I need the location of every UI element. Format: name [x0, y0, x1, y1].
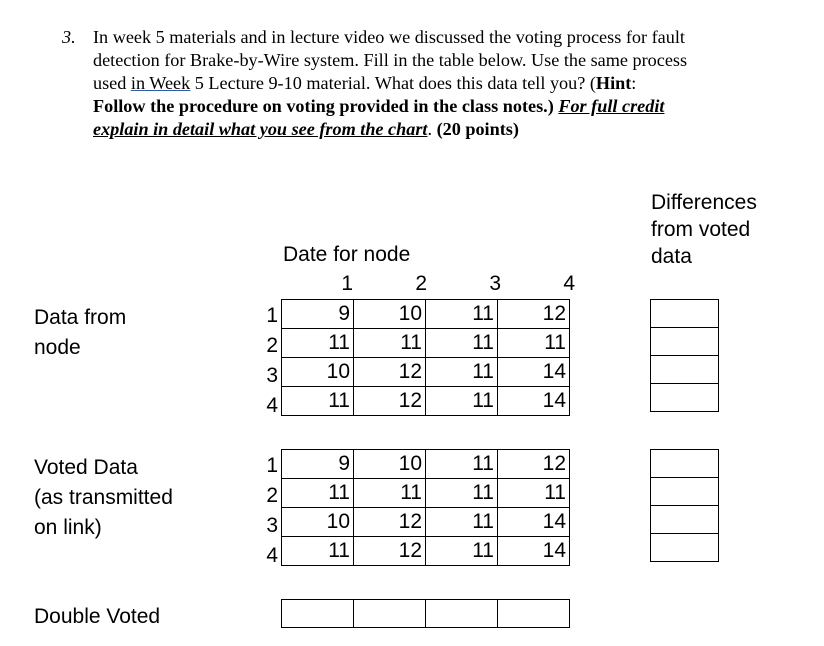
cell[interactable]	[281, 599, 354, 628]
cell[interactable]: 10	[353, 299, 426, 329]
cell[interactable]: 11	[281, 536, 354, 566]
double-voted-label: Double Voted	[34, 605, 161, 628]
difference-cell[interactable]	[650, 505, 719, 534]
table-row: 9 10 11 12	[281, 449, 570, 479]
difference-cell[interactable]	[650, 533, 719, 562]
table-row	[650, 505, 719, 534]
cell[interactable]: 12	[353, 507, 426, 537]
row-header-4: 4	[266, 394, 278, 417]
cell[interactable]: 14	[497, 357, 570, 387]
table-row	[650, 355, 719, 384]
table-row	[650, 449, 719, 478]
cell[interactable]: 11	[425, 328, 498, 358]
row-header-1: 1	[266, 304, 278, 327]
row-header-3: 3	[266, 514, 278, 537]
difference-cell[interactable]	[650, 383, 719, 412]
cell[interactable]: 11	[425, 478, 498, 508]
question-line-3: used in Week 5 Lecture 9-10 material. Wh…	[93, 73, 637, 93]
cell[interactable]: 12	[497, 299, 570, 329]
table-row	[650, 383, 719, 412]
question-line-1: In week 5 materials and in lecture video…	[93, 27, 685, 47]
table-row	[650, 533, 719, 562]
row-header-3: 3	[266, 364, 278, 387]
difference-cell[interactable]	[650, 355, 719, 384]
cell[interactable]: 11	[425, 449, 498, 479]
cell[interactable]: 11	[281, 478, 354, 508]
question-line-5: explain in detail what you see from the …	[93, 119, 519, 139]
week-link[interactable]: in Week	[131, 73, 190, 93]
row-header-2: 2	[266, 334, 278, 357]
table-row: 11 11 11 11	[281, 328, 570, 358]
cell[interactable]: 9	[281, 299, 354, 329]
table-row	[650, 299, 719, 328]
cell[interactable]: 10	[281, 357, 354, 387]
difference-cell[interactable]	[650, 477, 719, 506]
difference-cell[interactable]	[650, 327, 719, 356]
cell[interactable]	[425, 599, 498, 628]
double-voted-table	[281, 599, 570, 628]
cell[interactable]: 11	[281, 328, 354, 358]
cell[interactable]: 11	[497, 328, 570, 358]
differences-node-table	[650, 299, 719, 412]
cell[interactable]: 10	[353, 449, 426, 479]
table-row	[650, 477, 719, 506]
cell[interactable]: 14	[497, 536, 570, 566]
table-row: 11 11 11 11	[281, 478, 570, 508]
data-from-node-table: 9 10 11 12 11 11 11 11 10 12 11 14 11 12 11 14	[281, 299, 570, 416]
table-row	[281, 599, 570, 628]
table-row: 10 12 11 14	[281, 357, 570, 387]
cell[interactable]: 12	[353, 536, 426, 566]
cell[interactable]: 10	[281, 507, 354, 537]
column-header-3: 3	[489, 272, 501, 295]
cell[interactable]: 9	[281, 449, 354, 479]
cell[interactable]: 11	[353, 478, 426, 508]
cell[interactable]: 12	[353, 357, 426, 387]
cell[interactable]: 11	[497, 478, 570, 508]
cell[interactable]	[353, 599, 426, 628]
difference-cell[interactable]	[650, 299, 719, 328]
cell[interactable]: 11	[425, 299, 498, 329]
points-label: (20 points)	[436, 119, 519, 139]
cell[interactable]: 11	[353, 328, 426, 358]
table-row: 10 12 11 14	[281, 507, 570, 537]
differences-voted-table	[650, 449, 719, 562]
row-header-4: 4	[266, 544, 278, 567]
difference-cell[interactable]	[650, 449, 719, 478]
voted-data-table: 9 10 11 12 11 11 11 11 10 12 11 14 11 12 11 14	[281, 449, 570, 566]
cell[interactable]: 11	[425, 357, 498, 387]
cell[interactable]	[497, 599, 570, 628]
cell[interactable]: 12	[353, 386, 426, 416]
row-header-1: 1	[266, 454, 278, 477]
question-number: 3.	[62, 27, 76, 47]
cell[interactable]: 14	[497, 386, 570, 416]
cell[interactable]: 11	[425, 536, 498, 566]
cell[interactable]: 11	[281, 386, 354, 416]
table-row: 11 12 11 14	[281, 536, 570, 566]
row-header-2: 2	[266, 484, 278, 507]
table-title: Date for node	[283, 243, 411, 266]
question-text: In week 5 materials and in lecture video…	[93, 26, 773, 141]
question-line-4: Follow the procedure on voting provided …	[93, 96, 665, 116]
differences-header: Differences from voted data	[651, 191, 757, 268]
column-header-2: 2	[415, 272, 427, 295]
cell[interactable]: 12	[497, 449, 570, 479]
voted-data-label: Voted Data (as transmitted on link)	[34, 456, 173, 539]
cell[interactable]: 11	[425, 507, 498, 537]
question-line-2: detection for Brake-by-Wire system. Fill…	[93, 50, 688, 70]
cell[interactable]: 14	[497, 507, 570, 537]
column-header-1: 1	[341, 272, 353, 295]
column-header-4: 4	[563, 272, 575, 295]
data-from-node-label: Data from node	[34, 306, 127, 359]
table-row	[650, 327, 719, 356]
table-row: 11 12 11 14	[281, 386, 570, 416]
table-row: 9 10 11 12	[281, 299, 570, 329]
cell[interactable]: 11	[425, 386, 498, 416]
